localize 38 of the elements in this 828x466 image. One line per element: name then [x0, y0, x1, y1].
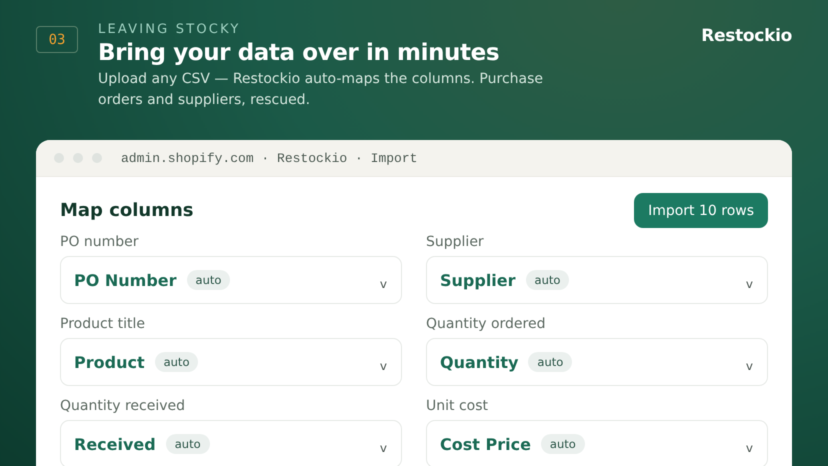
column-dropdown[interactable]: Quantity auto v [426, 338, 768, 386]
dropdown-value: Cost Price [440, 434, 531, 454]
caret-icon: v [746, 277, 753, 291]
step-number: 03 [36, 26, 78, 53]
dropdown-value: Supplier [440, 270, 516, 290]
caret-icon: v [746, 359, 753, 373]
auto-badge: auto [166, 434, 210, 454]
dropdown-value: Product [74, 352, 145, 372]
section-title: Map columns [60, 200, 194, 221]
auto-badge: auto [540, 434, 585, 454]
brand-logo: Restockio [701, 26, 792, 46]
field-label: Product title [60, 316, 146, 332]
headline: Bring your data over in minutes [98, 40, 500, 66]
dropdown-value: Quantity [440, 352, 518, 372]
caret-icon: v [380, 441, 387, 455]
column-dropdown[interactable]: PO Number auto v [60, 256, 402, 304]
field-label: Quantity received [60, 398, 186, 414]
import-button[interactable]: Import 10 rows [634, 193, 768, 228]
caret-icon: v [380, 277, 387, 291]
eyebrow-text: LEAVING STOCKY [98, 22, 242, 37]
subtitle: Upload any CSV — Restockio auto-maps the columns. Purchase orders and suppliers, rescued. [98, 70, 544, 110]
auto-badge: auto [154, 352, 198, 372]
caret-icon: v [746, 441, 753, 455]
dropdown-value: Received [74, 434, 156, 454]
dropdown-value: PO Number [74, 270, 177, 290]
field-label: Quantity ordered [426, 316, 546, 332]
address-text: admin.shopify.com · Restockio · Import [121, 150, 418, 166]
caret-icon: v [380, 359, 387, 373]
column-dropdown[interactable]: Received auto v [60, 420, 402, 466]
field-label: PO number [60, 234, 140, 250]
column-dropdown[interactable]: Supplier auto v [426, 256, 768, 304]
auto-badge: auto [526, 270, 570, 290]
field-label: Unit cost [426, 398, 489, 414]
column-dropdown[interactable]: Product auto v [60, 338, 402, 386]
auto-badge: auto [528, 352, 572, 372]
column-dropdown[interactable]: Cost Price auto v [426, 420, 768, 466]
auto-badge: auto [186, 270, 230, 290]
field-label: Supplier [426, 234, 485, 250]
